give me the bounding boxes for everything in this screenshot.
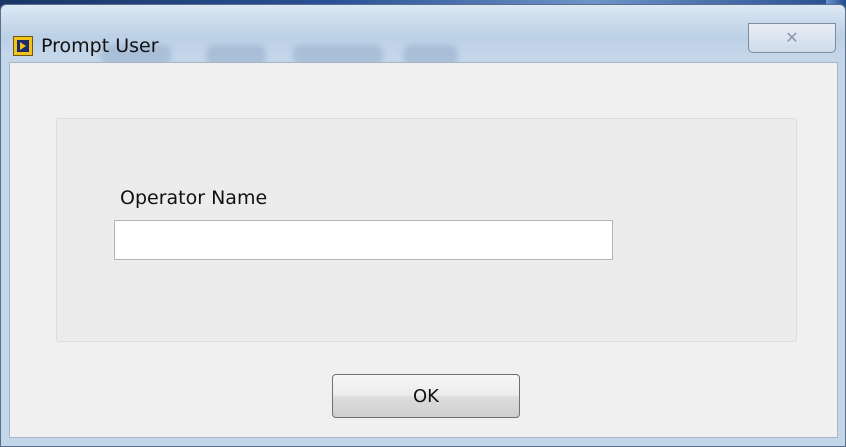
title-bar[interactable]: Prompt User ✕: [1, 5, 845, 65]
operator-name-label: Operator Name: [120, 187, 268, 209]
operator-name-input[interactable]: [114, 220, 613, 260]
window-title: Prompt User: [41, 35, 159, 57]
labview-vi-icon: [13, 36, 33, 56]
prompt-dialog: Prompt User ✕ Operator Name OK: [0, 4, 846, 447]
ok-button[interactable]: OK: [332, 374, 520, 418]
dialog-body: Operator Name OK: [9, 62, 838, 438]
close-button[interactable]: ✕: [748, 23, 836, 53]
app-icon-arrow: [20, 42, 26, 50]
close-icon: ✕: [785, 28, 799, 47]
